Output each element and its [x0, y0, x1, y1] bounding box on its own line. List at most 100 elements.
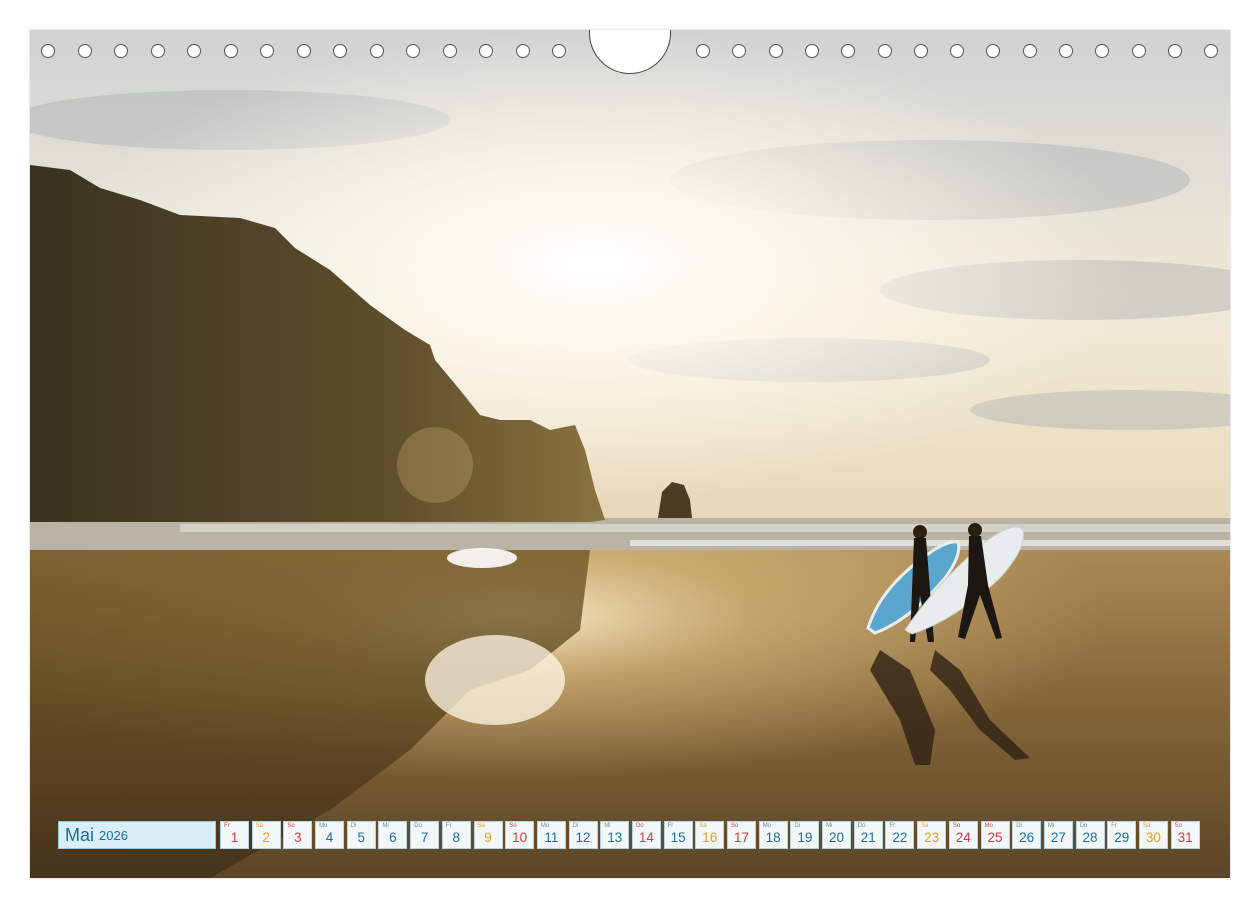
weekday-abbrev: Mi — [382, 823, 389, 829]
month-label-box: Mai 2026 — [58, 821, 216, 849]
day-number: 26 — [1019, 830, 1035, 845]
day-number: 25 — [987, 830, 1003, 845]
weekday-abbrev: Mo — [319, 823, 328, 829]
weekday-abbrev: Mi — [826, 823, 833, 829]
day-cell: Fr 29 — [1107, 821, 1137, 849]
weekday-abbrev: So — [509, 823, 517, 829]
day-cell: So 31 — [1170, 821, 1200, 849]
day-number: 29 — [1114, 830, 1130, 845]
day-cell: So 3 — [283, 821, 313, 849]
day-number: 22 — [892, 830, 908, 845]
day-number: 17 — [733, 830, 750, 845]
weekday-abbrev: Sa — [477, 823, 485, 829]
day-number: 27 — [1050, 830, 1066, 845]
day-cell: Mi 27 — [1043, 821, 1073, 849]
day-number: 30 — [1145, 830, 1161, 845]
month-year: 2026 — [99, 827, 128, 843]
weekday-abbrev: Di — [572, 823, 579, 829]
day-number: 2 — [262, 830, 270, 845]
month-name: Mai — [65, 824, 95, 845]
weekday-abbrev: So — [1174, 823, 1182, 829]
weekday-abbrev: So — [287, 823, 295, 829]
day-cell: Do 28 — [1075, 821, 1105, 849]
day-cell: Sa 2 — [251, 821, 281, 849]
day-number: 16 — [702, 830, 718, 845]
day-cell: Do 21 — [853, 821, 883, 849]
weekday-abbrev: Mo — [540, 823, 550, 829]
weekday-abbrev: Sa — [1142, 823, 1151, 829]
day-number: 12 — [575, 830, 591, 845]
day-cell: Sa 16 — [695, 821, 725, 849]
weekday-abbrev: So — [952, 823, 961, 829]
weekday-abbrev: Sa — [921, 823, 929, 829]
day-cell: Di 26 — [1012, 821, 1042, 849]
day-cell: Mi 20 — [822, 821, 852, 849]
day-cell: Fr 15 — [663, 821, 693, 849]
day-number: 23 — [924, 830, 940, 845]
day-cell: Mi 13 — [600, 821, 630, 849]
day-cell: Di 5 — [346, 821, 376, 849]
weekday-abbrev: Di — [1016, 823, 1022, 829]
day-cell: Mo 25 — [980, 821, 1010, 849]
weekday-abbrev: Sa — [255, 823, 264, 829]
day-number: 7 — [420, 830, 429, 845]
day-number: 20 — [829, 830, 845, 845]
weekday-abbrev: Fr — [224, 823, 230, 829]
day-cell: Sa 9 — [473, 821, 503, 849]
day-number: 14 — [638, 830, 654, 845]
day-list: Fr 1 Sa 2 So 3 Mo 4 Di 5 Mi 6 Do 7 Fr 8 Sa 9 So 10 Mo 11 Di 12 M… — [220, 821, 1200, 849]
weekday-abbrev: Do — [1079, 823, 1088, 829]
day-number: 19 — [797, 830, 813, 845]
weekday-abbrev: Fr — [667, 823, 674, 829]
weekday-abbrev: Mo — [984, 823, 993, 829]
day-cell: Fr 8 — [441, 821, 471, 849]
weekday-abbrev: Di — [350, 823, 357, 829]
weekday-abbrev: Di — [794, 823, 801, 829]
weekday-abbrev: Fr — [445, 823, 452, 829]
weekday-abbrev: Fr — [1111, 823, 1117, 829]
day-cell: Mi 6 — [378, 821, 408, 849]
day-number: 24 — [955, 830, 971, 845]
day-number: 13 — [607, 830, 623, 845]
weekday-abbrev: Do — [414, 823, 422, 829]
day-cell: Do 7 — [410, 821, 440, 849]
day-number: 5 — [357, 830, 365, 845]
day-number: 4 — [325, 830, 334, 845]
calendar-page: Mai 2026 Fr 1 Sa 2 So 3 Mo 4 Di 5 Mi 6 Do 7 Fr 8 Sa 9 So 10… — [30, 30, 1230, 878]
day-cell: Do 14 — [631, 821, 661, 849]
month-calendar-strip: Mai 2026 Fr 1 Sa 2 So 3 Mo 4 Di 5 Mi 6 Do 7 Fr 8 Sa 9 So 10… — [58, 821, 1200, 849]
weekday-abbrev: Do — [635, 823, 644, 829]
day-cell: Di 12 — [568, 821, 598, 849]
day-number: 8 — [452, 830, 461, 845]
weekday-abbrev: Mi — [604, 823, 611, 829]
day-cell: Sa 23 — [917, 821, 947, 849]
day-cell: Di 19 — [790, 821, 820, 849]
weekday-abbrev: Sa — [699, 823, 707, 829]
day-number: 15 — [670, 830, 686, 845]
day-number: 1 — [230, 830, 239, 845]
day-number: 10 — [512, 830, 528, 845]
day-number: 9 — [484, 830, 492, 845]
day-cell: Fr 22 — [885, 821, 915, 849]
weekday-abbrev: Do — [857, 823, 866, 829]
day-cell: So 24 — [948, 821, 978, 849]
day-number: 18 — [765, 830, 781, 845]
weekday-abbrev: Fr — [889, 823, 896, 829]
day-number: 11 — [544, 830, 559, 845]
day-cell: Mo 11 — [536, 821, 566, 849]
beach-photo — [30, 30, 1230, 878]
day-number: 6 — [389, 830, 397, 845]
day-cell: Fr 1 — [220, 821, 249, 849]
day-number: 31 — [1177, 830, 1193, 845]
weekday-abbrev: Mi — [1047, 823, 1055, 829]
day-cell: Mo 4 — [315, 821, 345, 849]
weekday-abbrev: Mo — [762, 823, 772, 829]
weekday-abbrev: So — [731, 823, 739, 829]
day-cell: Mo 18 — [758, 821, 788, 849]
day-number: 21 — [860, 830, 876, 845]
day-cell: So 10 — [505, 821, 535, 849]
day-cell: So 17 — [727, 821, 756, 849]
day-number: 3 — [294, 830, 302, 845]
day-cell: Sa 30 — [1138, 821, 1168, 849]
day-number: 28 — [1082, 830, 1098, 845]
